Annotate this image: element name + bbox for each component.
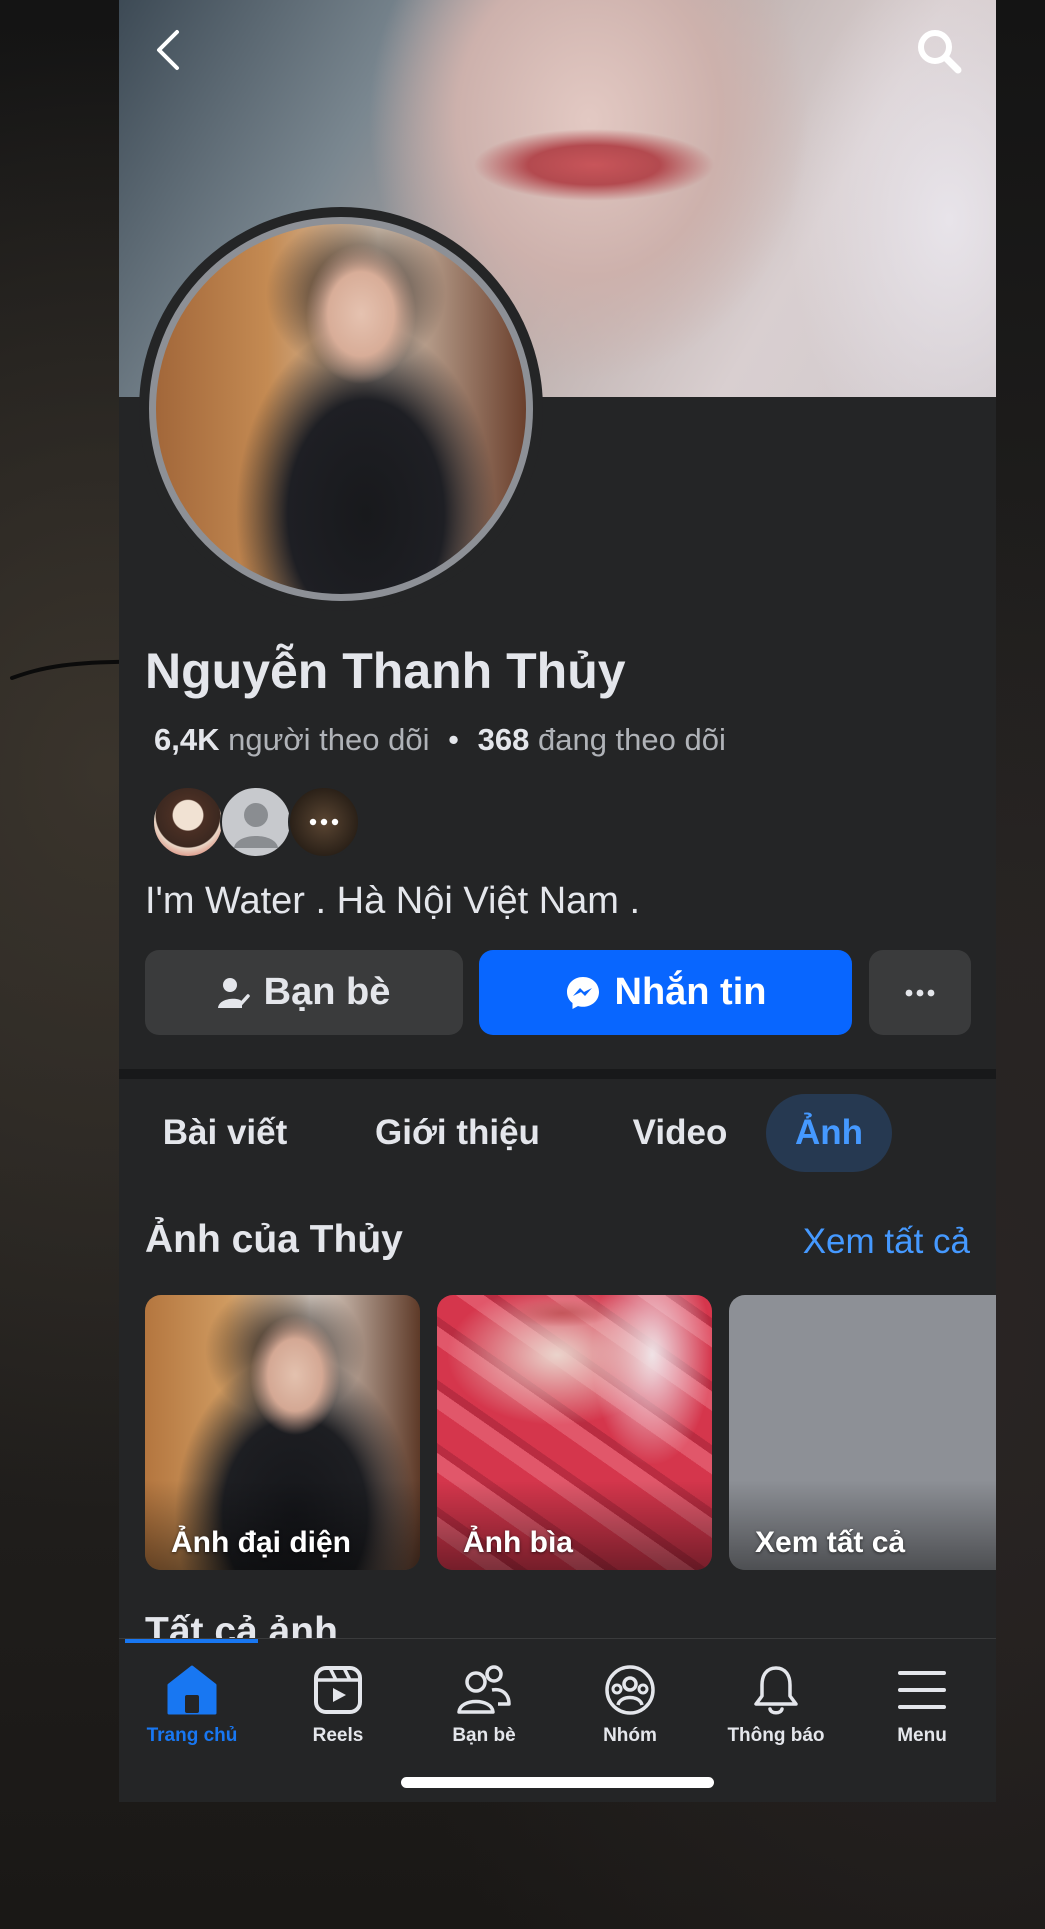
- search-button[interactable]: [912, 24, 966, 78]
- more-mutuals-avatar[interactable]: [288, 786, 360, 858]
- nav-reels[interactable]: Reels: [265, 1661, 411, 1751]
- album-label: Ảnh đại diện: [171, 1526, 351, 1559]
- nav-label: Reels: [312, 1725, 364, 1746]
- friends-button[interactable]: Bạn bè: [145, 950, 463, 1035]
- see-all-photos-link[interactable]: Xem tất cả: [803, 1222, 970, 1262]
- nav-groups[interactable]: Nhóm: [557, 1661, 703, 1751]
- nav-menu[interactable]: Menu: [849, 1661, 995, 1751]
- nav-label: Menu: [897, 1725, 947, 1746]
- nav-friends[interactable]: Bạn bè: [411, 1661, 557, 1751]
- album-profile-pictures[interactable]: Ảnh đại diện: [145, 1295, 420, 1570]
- followers-count[interactable]: 6,4K: [154, 722, 219, 757]
- profile-picture-frame[interactable]: [139, 207, 543, 611]
- profile-name: Nguyễn Thanh Thủy: [145, 643, 626, 699]
- nav-notifications[interactable]: Thông báo: [703, 1661, 849, 1751]
- friends-icon: [457, 1665, 511, 1714]
- tab-about[interactable]: Giới thiệu: [345, 1094, 570, 1172]
- followers-label[interactable]: người theo dõi: [228, 722, 429, 757]
- mutual-friend-avatar[interactable]: [220, 786, 292, 858]
- profile-screen: Nguyễn Thanh Thủy 6,4K người theo dõi • …: [119, 0, 996, 1802]
- bottom-navigation: Trang chủ Reels Bạn bè Nhóm Thông báo Me…: [119, 1638, 996, 1802]
- following-label[interactable]: đang theo dõi: [538, 722, 726, 757]
- groups-icon: [605, 1665, 655, 1715]
- follow-stats: 6,4K người theo dõi • 368 đang theo dõi: [154, 722, 726, 758]
- messenger-icon: [565, 975, 601, 1011]
- album-label: Xem tất cả: [755, 1526, 906, 1559]
- profile-tabs: Bài viết Giới thiệu Video Ảnh: [119, 1094, 996, 1172]
- album-label: Ảnh bìa: [463, 1526, 573, 1559]
- more-options-button[interactable]: [869, 950, 971, 1035]
- home-icon: [167, 1665, 217, 1715]
- more-dots-icon: [905, 989, 935, 996]
- friends-button-label: Bạn bè: [263, 971, 391, 1013]
- message-button-label: Nhắn tin: [614, 971, 767, 1013]
- nav-label: Bạn bè: [452, 1725, 516, 1746]
- reels-icon: [314, 1666, 362, 1714]
- stats-separator: •: [448, 722, 459, 757]
- photos-section-title: Ảnh của Thủy: [145, 1218, 403, 1261]
- tab-posts[interactable]: Bài viết: [145, 1094, 305, 1172]
- nav-label: Trang chủ: [146, 1725, 238, 1746]
- active-tab-indicator: [125, 1639, 258, 1643]
- more-dots-icon: [309, 818, 339, 826]
- section-divider: [119, 1069, 996, 1079]
- default-user-icon: [234, 803, 278, 848]
- menu-icon: [898, 1671, 946, 1709]
- friend-check-icon: [217, 976, 250, 1010]
- home-indicator-bar[interactable]: [401, 1777, 714, 1788]
- tab-videos[interactable]: Video: [606, 1094, 754, 1172]
- mutual-friend-avatar[interactable]: [152, 786, 224, 858]
- chevron-left-icon: [157, 30, 179, 70]
- nav-label: Nhóm: [603, 1725, 657, 1746]
- following-count[interactable]: 368: [478, 722, 530, 757]
- nav-home[interactable]: Trang chủ: [119, 1661, 265, 1751]
- profile-bio: I'm Water . Hà Nội Việt Nam .: [145, 880, 641, 922]
- search-icon: [918, 30, 962, 74]
- tab-photos[interactable]: Ảnh: [766, 1094, 892, 1172]
- message-button[interactable]: Nhắn tin: [479, 950, 852, 1035]
- profile-picture[interactable]: [149, 217, 533, 601]
- nav-label: Thông báo: [727, 1725, 825, 1746]
- bell-icon: [754, 1666, 798, 1715]
- back-button[interactable]: [143, 22, 193, 78]
- album-cover-photos[interactable]: Ảnh bìa: [437, 1295, 712, 1570]
- album-see-all[interactable]: Xem tất cả: [729, 1295, 996, 1570]
